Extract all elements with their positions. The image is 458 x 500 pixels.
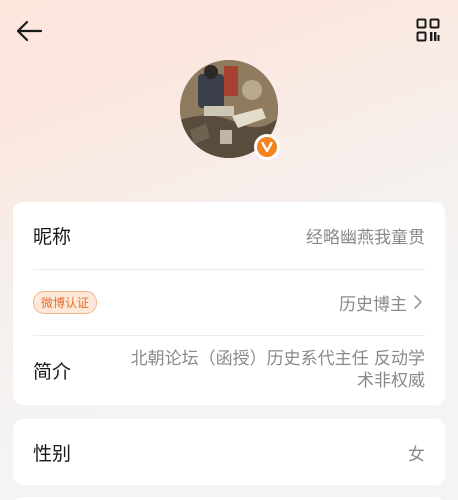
profile-info-card: 昵称 经略幽燕我童贯 微博认证 历史博主 简介 北朝论坛（函授）历史系代主任 反… bbox=[13, 202, 445, 405]
nickname-value: 经略幽燕我童贯 bbox=[306, 228, 425, 248]
chevron-right-icon bbox=[413, 294, 425, 310]
gender-value: 女 bbox=[408, 444, 425, 465]
weibo-verification-tag: 微博认证 bbox=[33, 290, 98, 314]
nickname-row[interactable]: 昵称 经略幽燕我童贯 bbox=[33, 202, 425, 269]
qr-code-icon bbox=[416, 18, 440, 42]
back-button[interactable] bbox=[12, 14, 46, 48]
bio-value: 北朝论坛（函授）历史系代主任 反动学术非权威 bbox=[130, 349, 425, 391]
bio-label: 简介 bbox=[33, 360, 72, 383]
verification-value: 历史博主 bbox=[339, 294, 407, 315]
verified-badge bbox=[254, 134, 280, 160]
gender-row[interactable]: 性别 女 bbox=[33, 419, 425, 485]
gender-label: 性别 bbox=[33, 442, 72, 465]
arrow-left-icon bbox=[16, 20, 43, 42]
bio-row[interactable]: 简介 北朝论坛（函授）历史系代主任 反动学术非权威 bbox=[33, 335, 425, 405]
gender-card: 性别 女 bbox=[13, 419, 445, 485]
nickname-label: 昵称 bbox=[33, 226, 72, 248]
qr-code-button[interactable] bbox=[412, 14, 444, 46]
top-bar bbox=[0, 0, 458, 62]
verified-v-icon bbox=[261, 141, 273, 153]
verification-row[interactable]: 微博认证 历史博主 bbox=[33, 269, 425, 335]
avatar-container[interactable] bbox=[180, 60, 280, 160]
